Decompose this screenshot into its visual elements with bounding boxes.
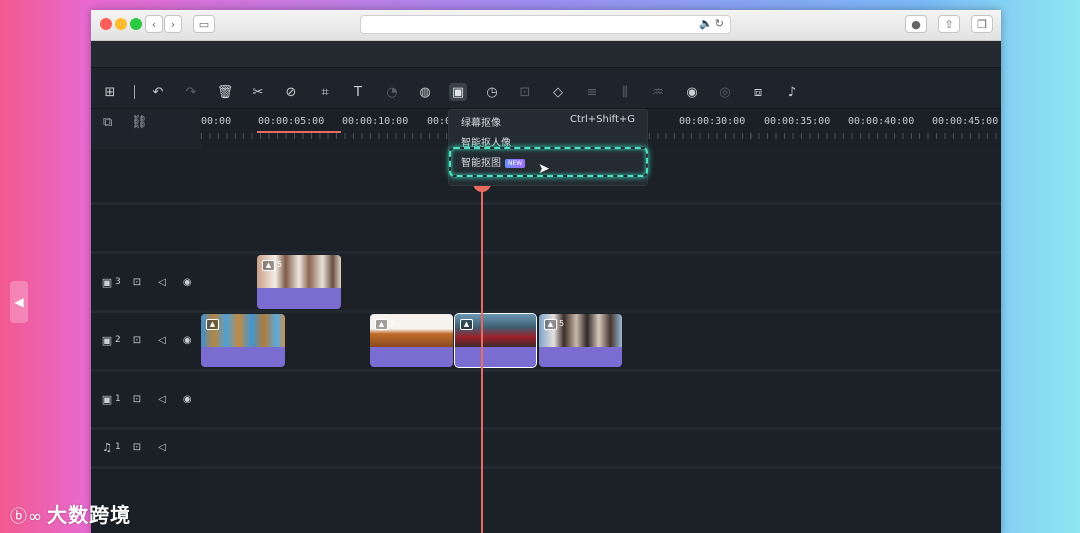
- empty-lane: [201, 205, 1001, 251]
- speaker-icon[interactable]: 🔈: [699, 17, 713, 30]
- crop-icon[interactable]: ⌗: [316, 83, 334, 101]
- image-icon: ▲: [375, 319, 388, 330]
- tabs-icon[interactable]: ❐: [971, 15, 993, 33]
- image-icon: ▲: [206, 319, 219, 330]
- music-track-icon: ♫: [102, 440, 112, 454]
- audio-split-icon[interactable]: ⫼: [616, 83, 634, 101]
- link-icon[interactable]: ⛓: [131, 115, 148, 130]
- reload-icon[interactable]: ↻: [715, 17, 724, 30]
- lock-icon[interactable]: ⊡: [133, 394, 141, 405]
- undo-icon[interactable]: ↶: [149, 83, 167, 101]
- ruler-label: 00:00:05:00: [258, 116, 325, 127]
- watermark-text: 大数跨境: [47, 503, 132, 527]
- track-header-a1: ♫ 1 ⊡ ◁: [99, 440, 183, 454]
- image-icon: ▲: [544, 319, 557, 330]
- ruler-label: 00:00: [201, 116, 232, 127]
- video-clip-selected[interactable]: ▲: [454, 313, 537, 368]
- ruler-label: 00:00:45:00: [932, 116, 999, 127]
- browser-titlebar: ‹ › ▭ 🔈 ↻ ● ⇧ ❐: [91, 10, 1001, 41]
- address-bar[interactable]: 🔈 ↻: [360, 15, 731, 34]
- track-header-v3: ▣ 3 ⊡ ◁ ◉: [99, 275, 209, 289]
- redo-icon[interactable]: ↷: [182, 83, 200, 101]
- cut-icon[interactable]: ✂: [249, 83, 267, 101]
- image-icon: ▲: [460, 319, 473, 330]
- edit-toolbar: ⊞ ↶ ↷ 🗑 ✂ ⊘ ⌗ T ◔ ◍ ▣ ◷ ⊡ ◇ ≡ ⫼ ♒ ◉ ◎ ⧈ …: [91, 76, 1001, 109]
- eye-icon[interactable]: ◉: [183, 277, 192, 288]
- smart-cutout-icon[interactable]: ▣: [449, 83, 467, 101]
- clip-number: 5: [277, 260, 283, 269]
- track-number: 3: [115, 277, 121, 287]
- ruler-label: 00:00:35:00: [764, 116, 831, 127]
- back-button[interactable]: ‹: [145, 15, 163, 33]
- motion-icon[interactable]: ◉: [683, 83, 701, 101]
- mouse-cursor-icon: ➤: [538, 161, 550, 177]
- side-collapse-handle[interactable]: ◀: [10, 281, 28, 323]
- timer-icon[interactable]: ◷: [483, 83, 501, 101]
- clip-number: 5: [390, 319, 396, 328]
- delete-icon[interactable]: 🗑: [216, 83, 234, 101]
- share-icon[interactable]: ⇧: [938, 15, 960, 33]
- volume-icon[interactable]: ◁: [158, 394, 166, 405]
- sidebar-toggle-icon[interactable]: ▭: [193, 15, 215, 33]
- eye-icon[interactable]: ◉: [183, 394, 192, 405]
- track-number: 2: [115, 335, 121, 345]
- video-track-icon: ▣: [101, 392, 113, 406]
- track-header-v2: ▣ 2 ⊡ ◁ ◉: [99, 333, 209, 347]
- freeze-icon[interactable]: ⊡: [516, 83, 534, 101]
- audio-icon[interactable]: ♪: [783, 83, 801, 101]
- video-clip[interactable]: ▲: [201, 314, 285, 367]
- video-track-icon: ▣: [101, 333, 113, 347]
- track-number: 1: [115, 442, 121, 452]
- watermark: ⓑ∞ 大数跨境: [10, 499, 131, 528]
- empty-lane: [201, 469, 1001, 533]
- ruler-label: 00:00:30:00: [679, 116, 746, 127]
- clip-number: 5: [559, 319, 565, 328]
- watermark-logo: ⓑ∞: [10, 507, 44, 527]
- app-window: ‹ › ▭ 🔈 ↻ ● ⇧ ❐ ⊞ ↶ ↷ 🗑 ✂ ⊘ ⌗ T ◔ ◍ ▣ ◷ ⊡…: [91, 10, 1001, 533]
- silence-icon[interactable]: ♒: [649, 83, 667, 101]
- video-clip[interactable]: ▲ 5: [539, 314, 622, 367]
- mask-icon[interactable]: ◇: [549, 83, 567, 101]
- minimize-window-button[interactable]: [115, 18, 127, 30]
- menu-item-label: 绿幕抠像: [461, 118, 501, 129]
- volume-icon[interactable]: ◁: [158, 277, 166, 288]
- layout-icon[interactable]: ⊞: [101, 83, 119, 101]
- volume-icon[interactable]: ◁: [158, 442, 166, 453]
- adjust-icon[interactable]: ≡: [583, 83, 601, 101]
- maximize-window-button[interactable]: [130, 18, 142, 30]
- ruler-label: 00:00:10:00: [342, 116, 409, 127]
- color-icon[interactable]: ◍: [416, 83, 434, 101]
- video-clip[interactable]: ▲ 5: [257, 255, 341, 309]
- playhead-line[interactable]: [481, 178, 483, 533]
- speed-icon[interactable]: ◔: [383, 83, 401, 101]
- toolbar-divider: [134, 85, 135, 99]
- track-lane-a1[interactable]: [201, 430, 1001, 466]
- forward-button[interactable]: ›: [164, 15, 182, 33]
- image-icon: ▲: [262, 260, 275, 271]
- lock-icon[interactable]: ⊡: [133, 442, 141, 453]
- speed-ramp-icon[interactable]: ◎: [716, 83, 734, 101]
- snapshot-icon[interactable]: ⧈: [749, 83, 767, 101]
- video-clip[interactable]: ▲ 5: [370, 314, 453, 367]
- ruler-label: 00:00:40:00: [848, 116, 915, 127]
- lock-icon[interactable]: ⊡: [133, 335, 141, 346]
- text-icon[interactable]: T: [349, 83, 367, 101]
- add-track-icon[interactable]: ⧉: [103, 115, 112, 130]
- lock-icon[interactable]: ⊡: [133, 277, 141, 288]
- info-icon[interactable]: ●: [905, 15, 927, 33]
- volume-icon[interactable]: ◁: [158, 335, 166, 346]
- track-number: 1: [115, 394, 121, 404]
- work-area-bar[interactable]: [257, 131, 341, 133]
- top-panel: [91, 41, 1001, 68]
- disable-icon[interactable]: ⊘: [282, 83, 300, 101]
- track-header-v1: ▣ 1 ⊡ ◁ ◉: [99, 392, 209, 406]
- eye-icon[interactable]: ◉: [183, 335, 192, 346]
- close-window-button[interactable]: [100, 18, 112, 30]
- video-track-icon: ▣: [101, 275, 113, 289]
- track-lane-v1[interactable]: [201, 372, 1001, 427]
- menu-item-shortcut: Ctrl+Shift+G: [569, 114, 635, 125]
